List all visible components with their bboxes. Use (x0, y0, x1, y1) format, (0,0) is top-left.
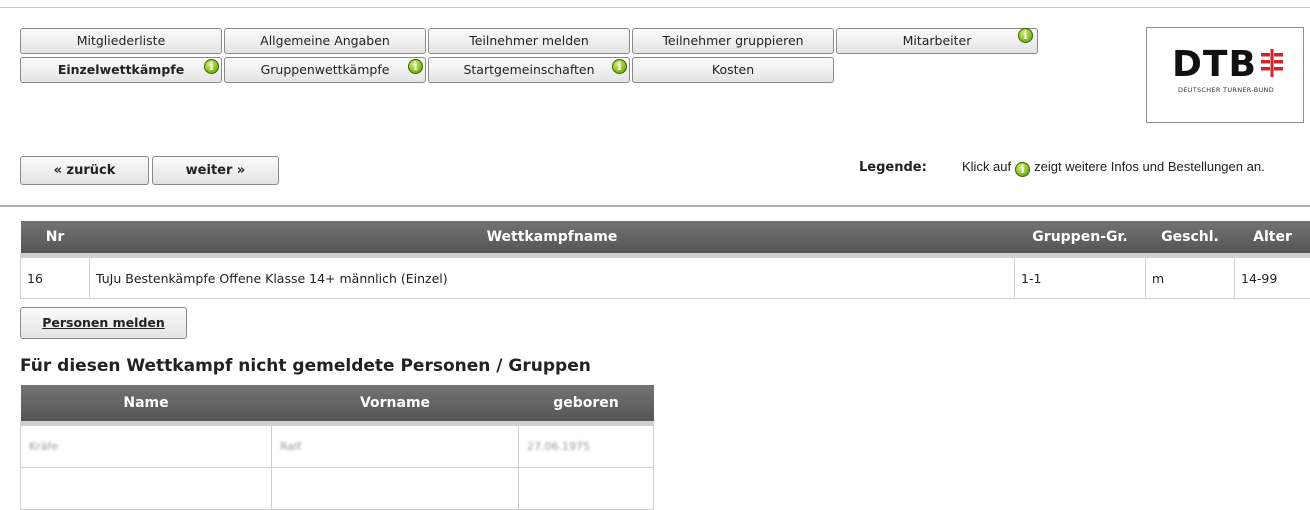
section-title: Für diesen Wettkampf nicht gemeldete Per… (20, 356, 591, 376)
tab-teilnehmer-gruppieren[interactable]: Teilnehmer gruppieren (632, 28, 834, 54)
back-button[interactable]: « zurück (20, 156, 149, 185)
cell-value: 27.06.1975 (527, 440, 590, 453)
tab-label: Teilnehmer melden (469, 33, 589, 48)
cell-vorname (272, 468, 519, 510)
legend-text-before: Klick auf (962, 159, 1011, 174)
tab-label: Teilnehmer gruppieren (662, 33, 803, 48)
cell-gruppen-gr: 1-1 (1015, 256, 1146, 299)
tab-label: Kosten (712, 62, 754, 77)
table-header-row: Nr Wettkampfname Gruppen-Gr. Geschl. Alt… (21, 221, 1310, 256)
tab-allgemeine-angaben[interactable]: Allgemeine Angaben (224, 28, 426, 54)
tab-label: Allgemeine Angaben (260, 33, 390, 48)
info-icon: i (1015, 162, 1030, 177)
cell-value: Kräfe (29, 440, 58, 453)
divider (0, 205, 1310, 207)
tab-mitgliederliste[interactable]: Mitgliederliste (20, 28, 222, 54)
personen-table: Name Vorname geboren Kräfe Ralf 27.06.19… (20, 385, 654, 510)
info-icon[interactable]: i (204, 59, 219, 74)
cell-geboren: 27.06.1975 (519, 424, 654, 468)
column-header-geboren: geboren (519, 385, 654, 424)
tab-label: Startgemeinschaften (463, 62, 594, 77)
legend-label: Legende: (859, 160, 927, 175)
column-header-vorname: Vorname (272, 385, 519, 424)
logo-subtitle: DEUTSCHER TURNER-BUND (1147, 86, 1305, 94)
cell-geboren (519, 468, 654, 510)
column-header-geschl: Geschl. (1146, 221, 1235, 256)
cell-vorname: Ralf (272, 424, 519, 468)
next-button[interactable]: weiter » (152, 156, 279, 185)
cell-geschl: m (1146, 256, 1235, 299)
info-icon[interactable]: i (1018, 28, 1033, 43)
tab-einzelwettkaempfe[interactable]: Einzelwettkämpfe (20, 57, 222, 83)
tab-label: Gruppenwettkämpfe (261, 62, 390, 77)
column-header-wettkampfname: Wettkampfname (90, 221, 1015, 256)
cell-name: Kräfe (21, 424, 272, 468)
info-icon[interactable]: i (408, 59, 423, 74)
tab-label: Mitgliederliste (77, 33, 166, 48)
column-header-gruppen-gr: Gruppen-Gr. (1015, 221, 1146, 256)
divider (0, 7, 1310, 8)
table-header-row: Name Vorname geboren (21, 385, 654, 424)
column-header-nr: Nr (21, 221, 90, 256)
tab-kosten[interactable]: Kosten (632, 57, 834, 83)
tab-teilnehmer-melden[interactable]: Teilnehmer melden (428, 28, 630, 54)
logo-wordmark: DTB (1172, 44, 1257, 85)
top-navigation: Mitgliederliste Allgemeine Angaben Teiln… (0, 0, 1310, 210)
personen-melden-button[interactable]: Personen melden (20, 307, 187, 339)
cell-value: Ralf (280, 440, 301, 453)
column-header-alter: Alter (1235, 221, 1310, 256)
table-row[interactable] (21, 468, 654, 510)
info-icon[interactable]: i (612, 59, 627, 74)
dtb-logo: DTB DEUTSCHER TURNER-BUND (1146, 27, 1304, 123)
tab-label: Mitarbeiter (903, 33, 972, 48)
cell-wettkampfname: TuJu Bestenkämpfe Offene Klasse 14+ männ… (90, 256, 1015, 299)
tab-startgemeinschaften[interactable]: Startgemeinschaften (428, 57, 630, 83)
tab-label: Einzelwettkämpfe (58, 62, 184, 77)
tab-gruppenwettkaempfe[interactable]: Gruppenwettkämpfe (224, 57, 426, 83)
table-row[interactable]: Kräfe Ralf 27.06.1975 (21, 424, 654, 468)
table-row[interactable]: 16 TuJu Bestenkämpfe Offene Klasse 14+ m… (21, 256, 1310, 299)
cell-nr: 16 (21, 256, 90, 299)
legend-text: Klick auf i zeigt weitere Infos und Bestel… (962, 159, 1265, 177)
column-header-name: Name (21, 385, 272, 424)
wettkampf-table: Nr Wettkampfname Gruppen-Gr. Geschl. Alt… (20, 221, 1310, 299)
cell-name (21, 468, 272, 510)
logo-symbol-icon (1261, 49, 1283, 77)
tab-mitarbeiter[interactable]: Mitarbeiter (836, 28, 1038, 54)
legend-text-after: zeigt weitere Infos und Bestellungen an. (1034, 159, 1265, 174)
cell-alter: 14-99 (1235, 256, 1310, 299)
